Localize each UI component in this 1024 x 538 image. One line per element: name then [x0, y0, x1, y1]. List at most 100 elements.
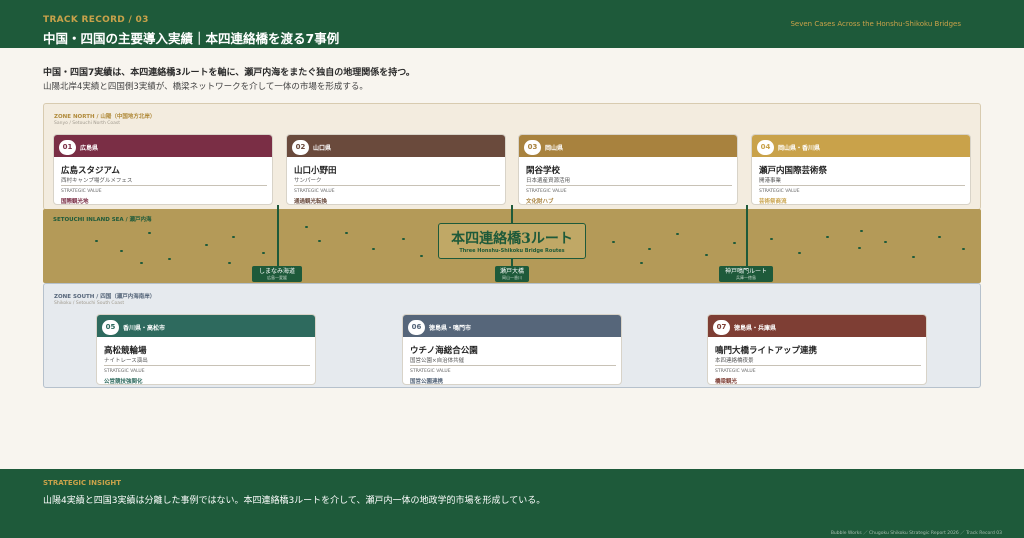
card-number: 04: [757, 140, 774, 155]
case-card-03[interactable]: 03 岡山県 閑谷学校 日本遺産資源活用 STRATEGIC VALUE 文化財…: [518, 134, 738, 205]
islet-mark: [770, 238, 773, 240]
strategic-value-label: STRATEGIC VALUE: [104, 369, 145, 374]
route-name: しまなみ海道: [258, 268, 295, 275]
card-prefecture: 山口県: [313, 145, 332, 152]
islet-mark: [305, 226, 308, 228]
header-bar: TRACK RECORD / 03 中国・四国の主要導入実績｜本四連絡橋を渡る7…: [0, 0, 1024, 48]
strategic-value: 通過観光転換: [294, 199, 328, 205]
card-title: 山口小野田: [294, 166, 337, 176]
islet-mark: [858, 247, 861, 249]
islet-mark: [826, 236, 829, 238]
strategic-value-label: STRATEGIC VALUE: [526, 189, 567, 194]
islet-mark: [884, 241, 887, 243]
card-divider: [104, 365, 310, 366]
islet-mark: [205, 244, 208, 246]
zone-north-label: ZONE NORTH / 山陽（中国地方北岸）: [54, 114, 156, 120]
islet-mark: [705, 254, 708, 256]
islet-mark: [262, 252, 265, 254]
card-divider: [759, 185, 965, 186]
card-subtitle: 本四連絡橋夜景: [715, 358, 754, 364]
strategic-value-label: STRATEGIC VALUE: [61, 189, 102, 194]
section-kicker: TRACK RECORD / 03: [43, 15, 149, 25]
insight-text: 山陽4実績と四国3実績は分離した事例ではない。本四連絡橋3ルートを介して、瀬戸内…: [43, 496, 546, 506]
footer-credit: Bubble Works ／ Chugoku Shikoku Strategic…: [830, 531, 1002, 536]
islet-mark: [168, 258, 171, 260]
route-tag-seto-ohashi: 瀬戸大橋 岡山—香川: [495, 266, 529, 282]
route-line-shimanami: [277, 205, 279, 266]
card-title: 高松競輪場: [104, 346, 147, 356]
bridge-routes-subtitle: Three Honshu-Shikoku Bridge Routes: [459, 248, 565, 254]
sea-label: SETOUCHI INLAND SEA / 瀬戸内海: [53, 217, 152, 223]
card-number: 07: [713, 320, 730, 335]
card-header: 03 岡山県: [519, 135, 737, 157]
islet-mark: [345, 232, 348, 234]
islet-mark: [938, 236, 941, 238]
page-title: 中国・四国の主要導入実績｜本四連絡橋を渡る7事例: [43, 31, 340, 46]
card-divider: [526, 185, 732, 186]
card-header: 04 岡山県・香川県: [752, 135, 970, 157]
islet-mark: [228, 262, 231, 264]
lead-line-1: 中国・四国7実績は、本四連絡橋3ルートを軸に、瀬戸内海をまたぐ独自の地理関係を持…: [43, 68, 415, 78]
card-header: 01 広島県: [54, 135, 272, 157]
card-number: 05: [102, 320, 119, 335]
card-header: 06 徳島県・鳴門市: [403, 315, 621, 337]
case-card-06[interactable]: 06 徳島県・鳴門市 ウチノ海総合公園 国営公園×自治体共催 STRATEGIC…: [402, 314, 622, 385]
islet-mark: [648, 248, 651, 250]
bridge-routes-title: 本四連絡橋3ルート: [451, 231, 573, 247]
islet-mark: [733, 242, 736, 244]
islet-mark: [640, 262, 643, 264]
islet-mark: [612, 241, 615, 243]
card-divider: [61, 185, 267, 186]
zone-south-label: ZONE SOUTH / 四国（瀬戸内海南岸）: [54, 294, 156, 300]
strategic-value: 文化財ハブ: [526, 199, 554, 205]
card-prefecture: 広島県: [80, 145, 99, 152]
case-card-05[interactable]: 05 香川県・高松市 高松競輪場 ナイトレース演出 STRATEGIC VALU…: [96, 314, 316, 385]
card-number: 06: [408, 320, 425, 335]
strategic-value-label: STRATEGIC VALUE: [410, 369, 451, 374]
card-title: 瀬戸内国際芸術祭: [759, 166, 828, 176]
route-name: 神戸鳴門ルート: [724, 268, 767, 275]
islet-mark: [318, 240, 321, 242]
strategic-value: 橋梁観光: [715, 379, 738, 385]
insight-footer: STRATEGIC INSIGHT 山陽4実績と四国3実績は分離した事例ではない…: [0, 469, 1024, 538]
card-title: ウチノ海総合公園: [410, 346, 478, 356]
route-tag-kobe-naruto: 神戸鳴門ルート 兵庫—徳島: [719, 266, 773, 282]
card-header: 07 徳島県・兵庫県: [708, 315, 926, 337]
strategic-value: 国際観光地: [61, 199, 89, 205]
card-number: 02: [292, 140, 309, 155]
case-card-02[interactable]: 02 山口県 山口小野田 サンパーク STRATEGIC VALUE 通過観光転…: [286, 134, 506, 205]
card-title: 広島スタジアム: [61, 166, 120, 176]
route-sub: 広島—愛媛: [267, 275, 287, 280]
insight-label: STRATEGIC INSIGHT: [43, 479, 122, 487]
zone-north-sublabel: Sanyo / Setouchi North Coast: [54, 121, 121, 126]
card-prefecture: 岡山県・香川県: [778, 145, 821, 152]
islet-mark: [232, 236, 235, 238]
case-card-01[interactable]: 01 広島県 広島スタジアム 西村キャンプ場グルメフェス STRATEGIC V…: [53, 134, 273, 205]
strategic-value-label: STRATEGIC VALUE: [759, 189, 800, 194]
card-subtitle: サンパーク: [294, 178, 322, 184]
card-subtitle: 西村キャンプ場グルメフェス: [61, 178, 133, 184]
card-subtitle: 国営公園×自治体共催: [410, 358, 465, 364]
islet-mark: [798, 252, 801, 254]
case-card-07[interactable]: 07 徳島県・兵庫県 鳴門大橋ライトアップ連携 本四連絡橋夜景 STRATEGI…: [707, 314, 927, 385]
card-number: 03: [524, 140, 541, 155]
islet-mark: [420, 255, 423, 257]
case-card-04[interactable]: 04 岡山県・香川県 瀬戸内国際芸術祭 開港事業 STRATEGIC VALUE…: [751, 134, 971, 205]
card-prefecture: 徳島県・兵庫県: [734, 325, 777, 332]
islet-mark: [402, 238, 405, 240]
card-prefecture: 徳島県・鳴門市: [429, 325, 472, 332]
islet-mark: [120, 250, 123, 252]
islet-mark: [140, 262, 143, 264]
card-header: 05 香川県・高松市: [97, 315, 315, 337]
bridge-routes-box: 本四連絡橋3ルート Three Honshu-Shikoku Bridge Ro…: [438, 223, 586, 259]
card-title: 鳴門大橋ライトアップ連携: [715, 346, 818, 356]
islet-mark: [148, 232, 151, 234]
islet-mark: [372, 248, 375, 250]
islet-mark: [676, 233, 679, 235]
card-subtitle: 開港事業: [759, 178, 782, 184]
card-divider: [410, 365, 616, 366]
card-divider: [715, 365, 921, 366]
islet-mark: [95, 240, 98, 242]
route-name: 瀬戸大橋: [499, 268, 524, 275]
islet-mark: [962, 248, 965, 250]
